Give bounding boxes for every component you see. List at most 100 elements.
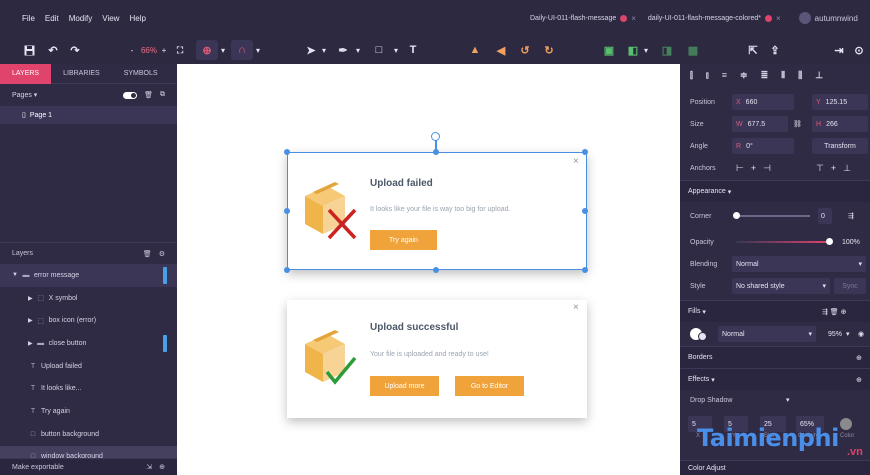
resize-handle[interactable]: [582, 208, 588, 214]
opacity-slider-handle[interactable]: [826, 238, 833, 245]
tab-symbols[interactable]: SYMBOLS: [112, 64, 170, 84]
resize-handle[interactable]: [284, 208, 290, 214]
menu-file[interactable]: File: [22, 14, 35, 23]
undo-icon[interactable]: ↶: [46, 40, 60, 60]
group-icon[interactable]: ▣: [602, 40, 616, 60]
magnet-icon[interactable]: ∩: [231, 40, 253, 60]
menu-edit[interactable]: Edit: [45, 14, 59, 23]
toggle-icon[interactable]: [123, 91, 138, 99]
add-border-icon[interactable]: ⊕: [856, 354, 862, 362]
align-bottom-icon[interactable]: ⊥: [815, 70, 823, 81]
layer-row[interactable]: ▼ ▬ error message: [0, 264, 177, 287]
layer-row[interactable]: ▶ ⬚ box icon (error): [0, 309, 177, 332]
resize-handle[interactable]: [582, 149, 588, 155]
effects-section[interactable]: Effects ▾ ⊕: [680, 368, 870, 390]
align-right-icon[interactable]: ≣: [761, 70, 769, 81]
settings-icon[interactable]: ⚙: [159, 250, 165, 258]
zoom-level[interactable]: 66%: [138, 40, 160, 60]
appearance-section[interactable]: Appearance ▾: [680, 180, 870, 202]
transform-button[interactable]: Transform: [812, 138, 868, 154]
success-message-card[interactable]: Upload successful Your file is uploaded …: [287, 300, 587, 418]
sync-button[interactable]: Sync: [834, 278, 866, 294]
triangle-icon[interactable]: ▲: [468, 40, 482, 60]
angle-input[interactable]: R 0°: [732, 138, 794, 154]
chevron-down-icon[interactable]: ▾: [786, 396, 790, 404]
color-adjust-section[interactable]: Color Adjust: [680, 460, 870, 475]
visibility-icon[interactable]: ◉: [858, 330, 864, 338]
position-x-input[interactable]: X 660: [732, 94, 794, 110]
rotate-right-icon[interactable]: ↻: [542, 40, 556, 60]
flip-icon[interactable]: ◀: [494, 40, 508, 60]
chevron-down-icon[interactable]: ▼: [12, 272, 18, 278]
shared-style-select[interactable]: No shared style ▾: [732, 278, 830, 294]
borders-section[interactable]: Borders ⊕: [680, 346, 870, 368]
zoom-in-icon[interactable]: +: [160, 40, 168, 60]
close-tab-icon[interactable]: ×: [776, 14, 781, 23]
corner-settings-icon[interactable]: ⇶: [848, 212, 854, 220]
fit-screen-icon[interactable]: ⛶: [174, 40, 186, 60]
add-page-icon[interactable]: ⧉: [160, 91, 165, 99]
menu-modify[interactable]: Modify: [69, 14, 93, 23]
pen-tool-icon[interactable]: ✒: [336, 40, 350, 60]
align-top-icon[interactable]: ⫾: [706, 70, 709, 81]
layer-row[interactable]: ▶ ⬚ X symbol: [0, 287, 177, 310]
resize-handle[interactable]: [284, 149, 290, 155]
rectangle-tool-icon[interactable]: □: [372, 40, 386, 60]
anchor-horizontal-icons[interactable]: ⊢+⊣: [736, 163, 778, 174]
layer-row[interactable]: T Upload failed: [0, 355, 177, 378]
make-exportable-label[interactable]: Make exportable: [12, 464, 64, 471]
export-slice-icon[interactable]: ⇲: [146, 463, 152, 471]
chevron-right-icon[interactable]: ▶: [28, 340, 33, 347]
width-input[interactable]: W 677.5: [732, 116, 788, 132]
add-export-icon[interactable]: ⊕: [159, 463, 165, 471]
chevron-down-icon[interactable]: ▾: [254, 40, 262, 60]
pointer-tool-icon[interactable]: ➤: [304, 40, 318, 60]
chevron-down-icon[interactable]: ▾: [354, 40, 362, 60]
height-input[interactable]: H 266: [812, 116, 868, 132]
fill-blend-select[interactable]: Normal ▾: [718, 326, 816, 342]
resize-handle[interactable]: [582, 267, 588, 273]
selection-box[interactable]: [287, 152, 587, 270]
trash-icon[interactable]: 🗑: [144, 91, 153, 99]
document-tab-1[interactable]: Daily-UI-011-flash-message ×: [530, 14, 636, 23]
chevron-down-icon[interactable]: ▾: [320, 40, 328, 60]
layer-row[interactable]: □ button background: [0, 423, 177, 446]
add-effect-icon[interactable]: ⊕: [856, 376, 862, 384]
text-tool-icon[interactable]: T: [406, 40, 420, 60]
exit-icon[interactable]: ⇥: [832, 40, 846, 60]
page-item[interactable]: ▯ Page 1: [0, 106, 177, 124]
corner-slider-handle[interactable]: [733, 212, 740, 219]
layer-row[interactable]: ▶ ▬ close button: [0, 332, 177, 355]
align-left-icon[interactable]: ⫿: [690, 70, 693, 81]
user-account[interactable]: autumnwind: [798, 12, 858, 24]
resize-handle[interactable]: [433, 267, 439, 273]
tab-libraries[interactable]: LIBRARIES: [51, 64, 112, 84]
chevron-down-icon[interactable]: ▾: [392, 40, 400, 60]
save-icon[interactable]: [22, 40, 36, 60]
tab-layers[interactable]: LAYERS: [0, 63, 52, 84]
document-tab-2[interactable]: daily-UI-011-flash-message-colored* ×: [648, 14, 781, 23]
share-icon[interactable]: ⇪: [768, 40, 782, 60]
distribute-h-icon[interactable]: ⦀: [781, 70, 785, 81]
mask-icon[interactable]: ◨: [660, 40, 674, 60]
opacity-value[interactable]: 100%: [842, 239, 860, 246]
align-h-center-icon[interactable]: ≡: [722, 70, 727, 81]
canvas[interactable]: Upload failed It looks like your file is…: [177, 64, 680, 475]
position-y-input[interactable]: Y 125.15: [812, 94, 868, 110]
anchor-vertical-icons[interactable]: ⊤+⊥: [816, 163, 858, 174]
fill-type-icon[interactable]: [698, 332, 707, 341]
resize-handle[interactable]: [284, 267, 290, 273]
rotate-left-icon[interactable]: ↺: [518, 40, 532, 60]
layer-row[interactable]: T It looks like...: [0, 377, 177, 400]
zoom-tool-icon[interactable]: ⊕: [196, 40, 218, 60]
corner-input[interactable]: 0: [818, 208, 832, 224]
trash-icon[interactable]: 🗑: [143, 250, 152, 258]
fill-opacity-value[interactable]: 95%: [828, 331, 842, 338]
redo-icon[interactable]: ↷: [68, 40, 82, 60]
lock-ratio-icon[interactable]: ⛓: [793, 120, 802, 128]
chevron-right-icon[interactable]: ▶: [28, 317, 33, 324]
boolean-icon[interactable]: ◧: [626, 40, 640, 60]
blending-select[interactable]: Normal ▾: [732, 256, 866, 272]
go-to-editor-button[interactable]: Go to Editor: [455, 376, 524, 396]
distribute-v-icon[interactable]: ⫼: [798, 70, 802, 81]
